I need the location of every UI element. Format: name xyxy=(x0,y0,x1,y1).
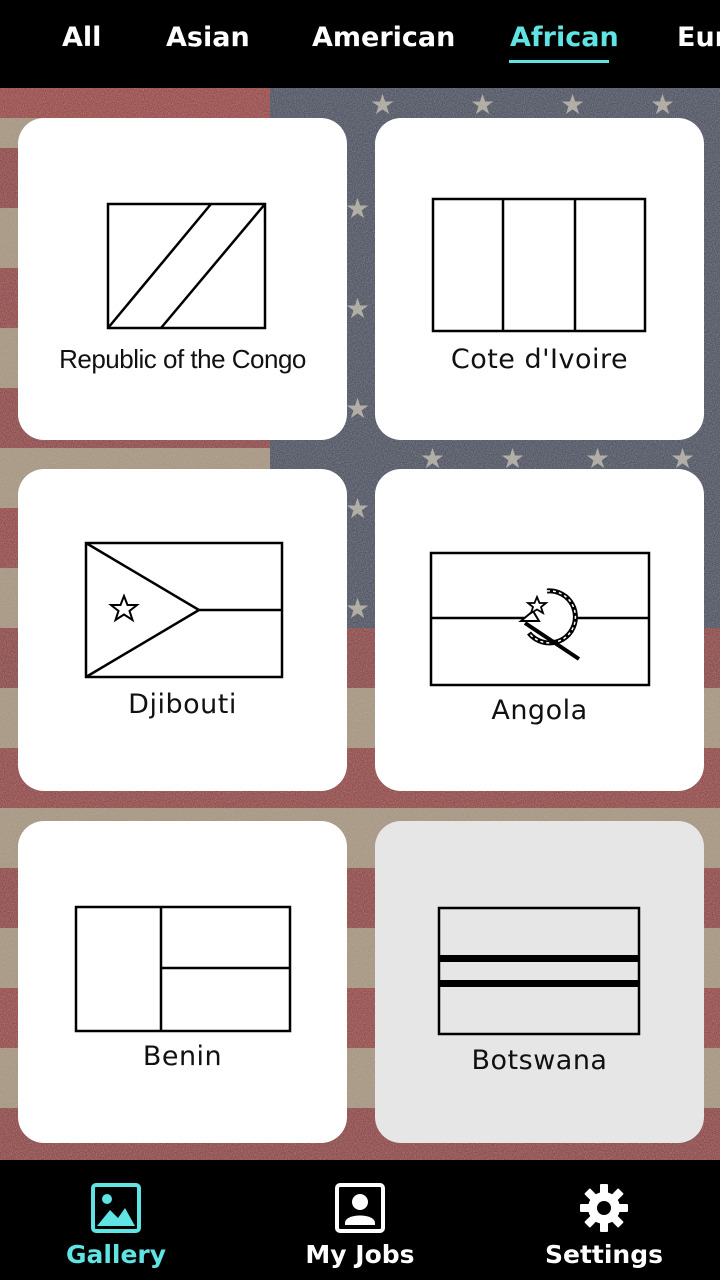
angola-flag-icon xyxy=(429,551,651,687)
card-cote-divoire[interactable]: Cote d'Ivoire xyxy=(375,118,704,440)
card-benin[interactable]: Benin xyxy=(18,821,347,1143)
gear-icon xyxy=(580,1184,628,1232)
benin-flag-icon xyxy=(74,905,292,1033)
djibouti-flag-icon xyxy=(84,541,284,679)
bottom-navigation-bar: Gallery My Jobs Settings xyxy=(0,1160,720,1280)
card-djibouti[interactable]: Djibouti xyxy=(18,469,347,791)
botswana-flag-icon xyxy=(437,906,641,1036)
nav-gallery[interactable]: Gallery xyxy=(16,1160,216,1280)
card-label: Angola xyxy=(491,695,588,726)
gallery-icon xyxy=(91,1183,141,1233)
nav-gallery-label: Gallery xyxy=(65,1240,167,1269)
tab-all[interactable]: All xyxy=(62,22,101,53)
tab-asian[interactable]: Asian xyxy=(166,22,250,53)
card-label: Botswana xyxy=(471,1045,608,1076)
nav-settings-label: Settings xyxy=(544,1240,663,1269)
tab-african[interactable]: African xyxy=(510,22,619,53)
congo-flag-icon xyxy=(106,202,267,330)
active-tab-indicator xyxy=(509,60,609,63)
cote-divoire-flag-icon xyxy=(431,197,647,333)
profile-icon xyxy=(335,1183,385,1233)
card-label: Djibouti xyxy=(128,689,237,720)
tab-european[interactable]: Eur xyxy=(677,22,720,53)
card-angola[interactable]: Angola xyxy=(375,469,704,791)
tab-american[interactable]: American xyxy=(312,22,455,53)
card-republic-of-the-congo[interactable]: Republic of the Congo xyxy=(18,118,347,440)
nav-settings[interactable]: Settings xyxy=(504,1160,704,1280)
nav-my-jobs[interactable]: My Jobs xyxy=(260,1160,460,1280)
nav-my-jobs-label: My Jobs xyxy=(305,1240,415,1269)
card-label: Republic of the Congo xyxy=(59,344,306,374)
card-botswana[interactable]: Botswana xyxy=(375,821,704,1143)
flag-gallery-grid: Republic of the Congo Cote d'Ivoire Djib… xyxy=(0,88,720,1160)
card-label: Cote d'Ivoire xyxy=(450,344,629,375)
card-label: Benin xyxy=(142,1041,223,1072)
category-tab-bar: All Asian American African Eur xyxy=(0,0,720,88)
